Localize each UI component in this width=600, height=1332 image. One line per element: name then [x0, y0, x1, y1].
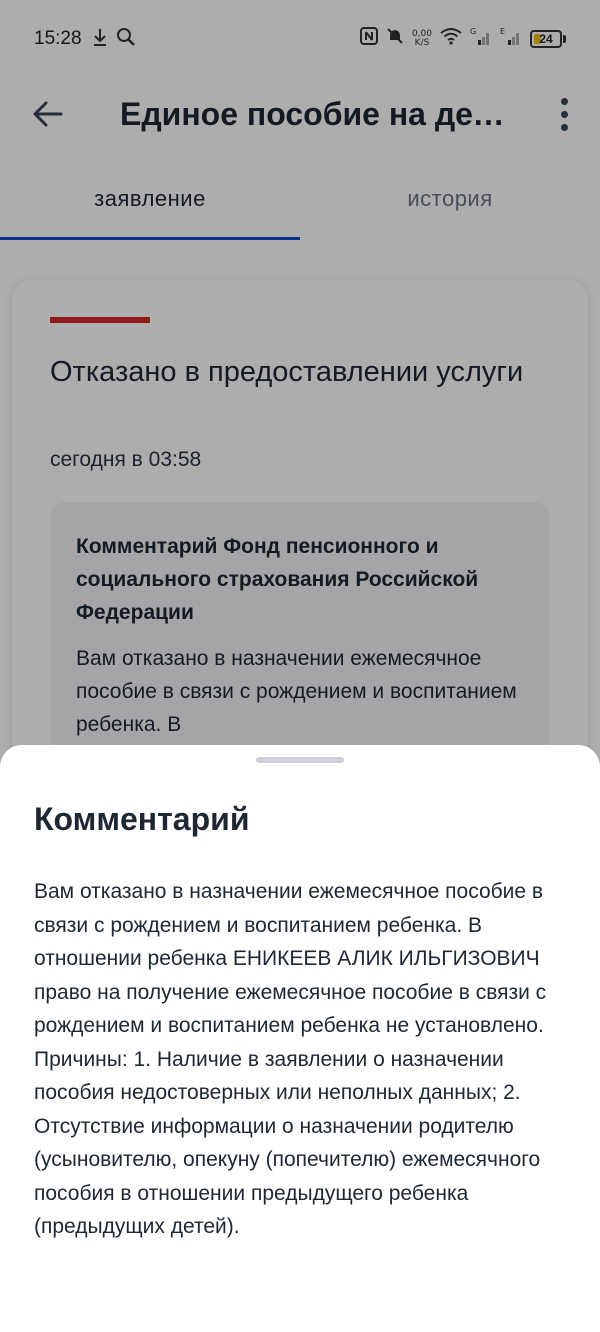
sheet-title: Комментарий [34, 801, 250, 837]
sheet-drag-handle[interactable] [256, 757, 344, 763]
screen: 15:28 0,00 K/S G E 24 Единое пособие на … [0, 0, 600, 1332]
sheet-comment-text: Вам отказано в назначении ежемесячное по… [34, 880, 547, 1238]
comment-bottom-sheet: Комментарий Вам отказано в назначении еж… [0, 745, 600, 1332]
